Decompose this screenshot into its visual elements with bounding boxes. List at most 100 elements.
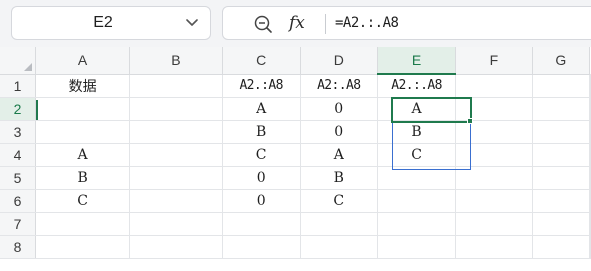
cell-g2[interactable] (532, 97, 591, 121)
cell-c5[interactable]: 0 (222, 166, 301, 190)
name-box[interactable]: E2 (11, 6, 211, 40)
cell-a1[interactable]: 数据 (35, 74, 131, 98)
cell-e5[interactable] (377, 166, 457, 190)
cell-e3[interactable]: B (377, 120, 457, 144)
cell-c4[interactable]: C (222, 143, 301, 167)
active-row-marker (36, 100, 38, 120)
cell-d4[interactable]: A (300, 143, 378, 167)
formula-separator (325, 14, 326, 34)
cell-filler (589, 235, 591, 259)
cell-b7[interactable] (129, 212, 223, 236)
cell-filler (589, 212, 591, 236)
cell-f7[interactable] (455, 212, 533, 236)
cell-a5[interactable]: B (35, 166, 131, 190)
cell-f1[interactable] (455, 74, 533, 98)
cell-a6[interactable]: C (35, 189, 131, 213)
cell-d3[interactable]: 0 (300, 120, 378, 144)
cell-e8[interactable] (377, 235, 457, 259)
cell-a2[interactable] (35, 97, 131, 121)
cell-g4[interactable] (532, 143, 591, 167)
column-header-c[interactable]: C (222, 47, 301, 75)
sheet-table: A B C D E F G 1 数据 A2.:A8 A2:.A8 A2.:.A8 2 A 0 A… (0, 47, 591, 259)
cell-filler (589, 97, 591, 121)
cell-d2[interactable]: 0 (300, 97, 378, 121)
sheet-row: 1 数据 A2.:A8 A2:.A8 A2.:.A8 (0, 74, 591, 98)
cell-b6[interactable] (129, 189, 223, 213)
row-header-1[interactable]: 1 (0, 74, 36, 98)
cell-b5[interactable] (129, 166, 223, 190)
cell-e1[interactable]: A2.:.A8 (377, 74, 457, 98)
fill-handle[interactable] (467, 118, 473, 124)
row-header-7[interactable]: 7 (0, 212, 36, 236)
spreadsheet-grid: A B C D E F G 1 数据 A2.:A8 A2:.A8 A2.:.A8 2 A 0 A… (0, 47, 591, 271)
column-header-b[interactable]: B (129, 47, 223, 75)
row-header-4[interactable]: 4 (0, 143, 36, 167)
cell-c7[interactable] (222, 212, 301, 236)
cell-e2[interactable]: A (377, 97, 457, 121)
sheet-row: 6C0C (0, 189, 591, 213)
cell-filler (589, 120, 591, 144)
sheet-row: 8 (0, 235, 591, 259)
cell-e6[interactable] (377, 189, 457, 213)
cell-d8[interactable] (300, 235, 378, 259)
cell-filler (589, 143, 591, 167)
cell-g7[interactable] (532, 212, 591, 236)
cell-filler (589, 166, 591, 190)
cell-g3[interactable] (532, 120, 591, 144)
cell-c3[interactable]: B (222, 120, 301, 144)
column-header-f[interactable]: F (455, 47, 533, 75)
sheet-row: 3 B0B (0, 120, 591, 144)
row-header-6[interactable]: 6 (0, 189, 36, 213)
fx-icon[interactable]: fx (289, 11, 305, 35)
cell-filler (589, 189, 591, 213)
cell-d7[interactable] (300, 212, 378, 236)
name-box-value[interactable]: E2 (12, 7, 194, 39)
sheet-row: 2 A0A (0, 97, 591, 121)
sheet-row: 5B0B (0, 166, 591, 190)
cell-b8[interactable] (129, 235, 223, 259)
row-header-5[interactable]: 5 (0, 166, 36, 190)
sheet-row: 4ACAC (0, 143, 591, 167)
cell-g8[interactable] (532, 235, 591, 259)
column-header-e[interactable]: E (377, 47, 457, 75)
cell-d5[interactable]: B (300, 166, 378, 190)
cell-c6[interactable]: 0 (222, 189, 301, 213)
cell-f2[interactable] (455, 97, 533, 121)
cell-f6[interactable] (455, 189, 533, 213)
cell-d6[interactable]: C (300, 189, 378, 213)
cell-f5[interactable] (455, 166, 533, 190)
cell-d1[interactable]: A2:.A8 (300, 74, 378, 98)
cell-g1[interactable] (532, 74, 591, 98)
cell-b3[interactable] (129, 120, 223, 144)
formula-input-area[interactable]: fx =A2.:.A8 (222, 6, 591, 40)
column-header-g[interactable]: G (532, 47, 591, 75)
cell-b1[interactable] (129, 74, 223, 98)
row-header-3[interactable]: 3 (0, 120, 36, 144)
cell-g6[interactable] (532, 189, 591, 213)
cell-a7[interactable] (35, 212, 131, 236)
cell-e7[interactable] (377, 212, 457, 236)
sheet-row: 7 (0, 212, 591, 236)
row-header-8[interactable]: 8 (0, 235, 36, 259)
select-all-corner[interactable] (0, 47, 36, 75)
chevron-down-icon[interactable] (186, 18, 198, 28)
cell-c8[interactable] (222, 235, 301, 259)
column-header-d[interactable]: D (300, 47, 378, 75)
cell-c1[interactable]: A2.:A8 (222, 74, 301, 98)
cell-e4[interactable]: C (377, 143, 457, 167)
cell-f8[interactable] (455, 235, 533, 259)
cell-c2[interactable]: A (222, 97, 301, 121)
row-header-2[interactable]: 2 (0, 97, 36, 121)
zoom-icon[interactable] (253, 14, 273, 34)
cell-f4[interactable] (455, 143, 533, 167)
cell-a4[interactable]: A (35, 143, 131, 167)
cell-a8[interactable] (35, 235, 131, 259)
column-header-a[interactable]: A (35, 47, 131, 75)
formula-bar: E2 fx =A2.:.A8 (0, 0, 591, 47)
cell-g5[interactable] (532, 166, 591, 190)
cell-b2[interactable] (129, 97, 223, 121)
cell-filler (589, 74, 591, 98)
cell-a3[interactable] (35, 120, 131, 144)
cell-b4[interactable] (129, 143, 223, 167)
formula-input[interactable]: =A2.:.A8 (335, 7, 399, 39)
